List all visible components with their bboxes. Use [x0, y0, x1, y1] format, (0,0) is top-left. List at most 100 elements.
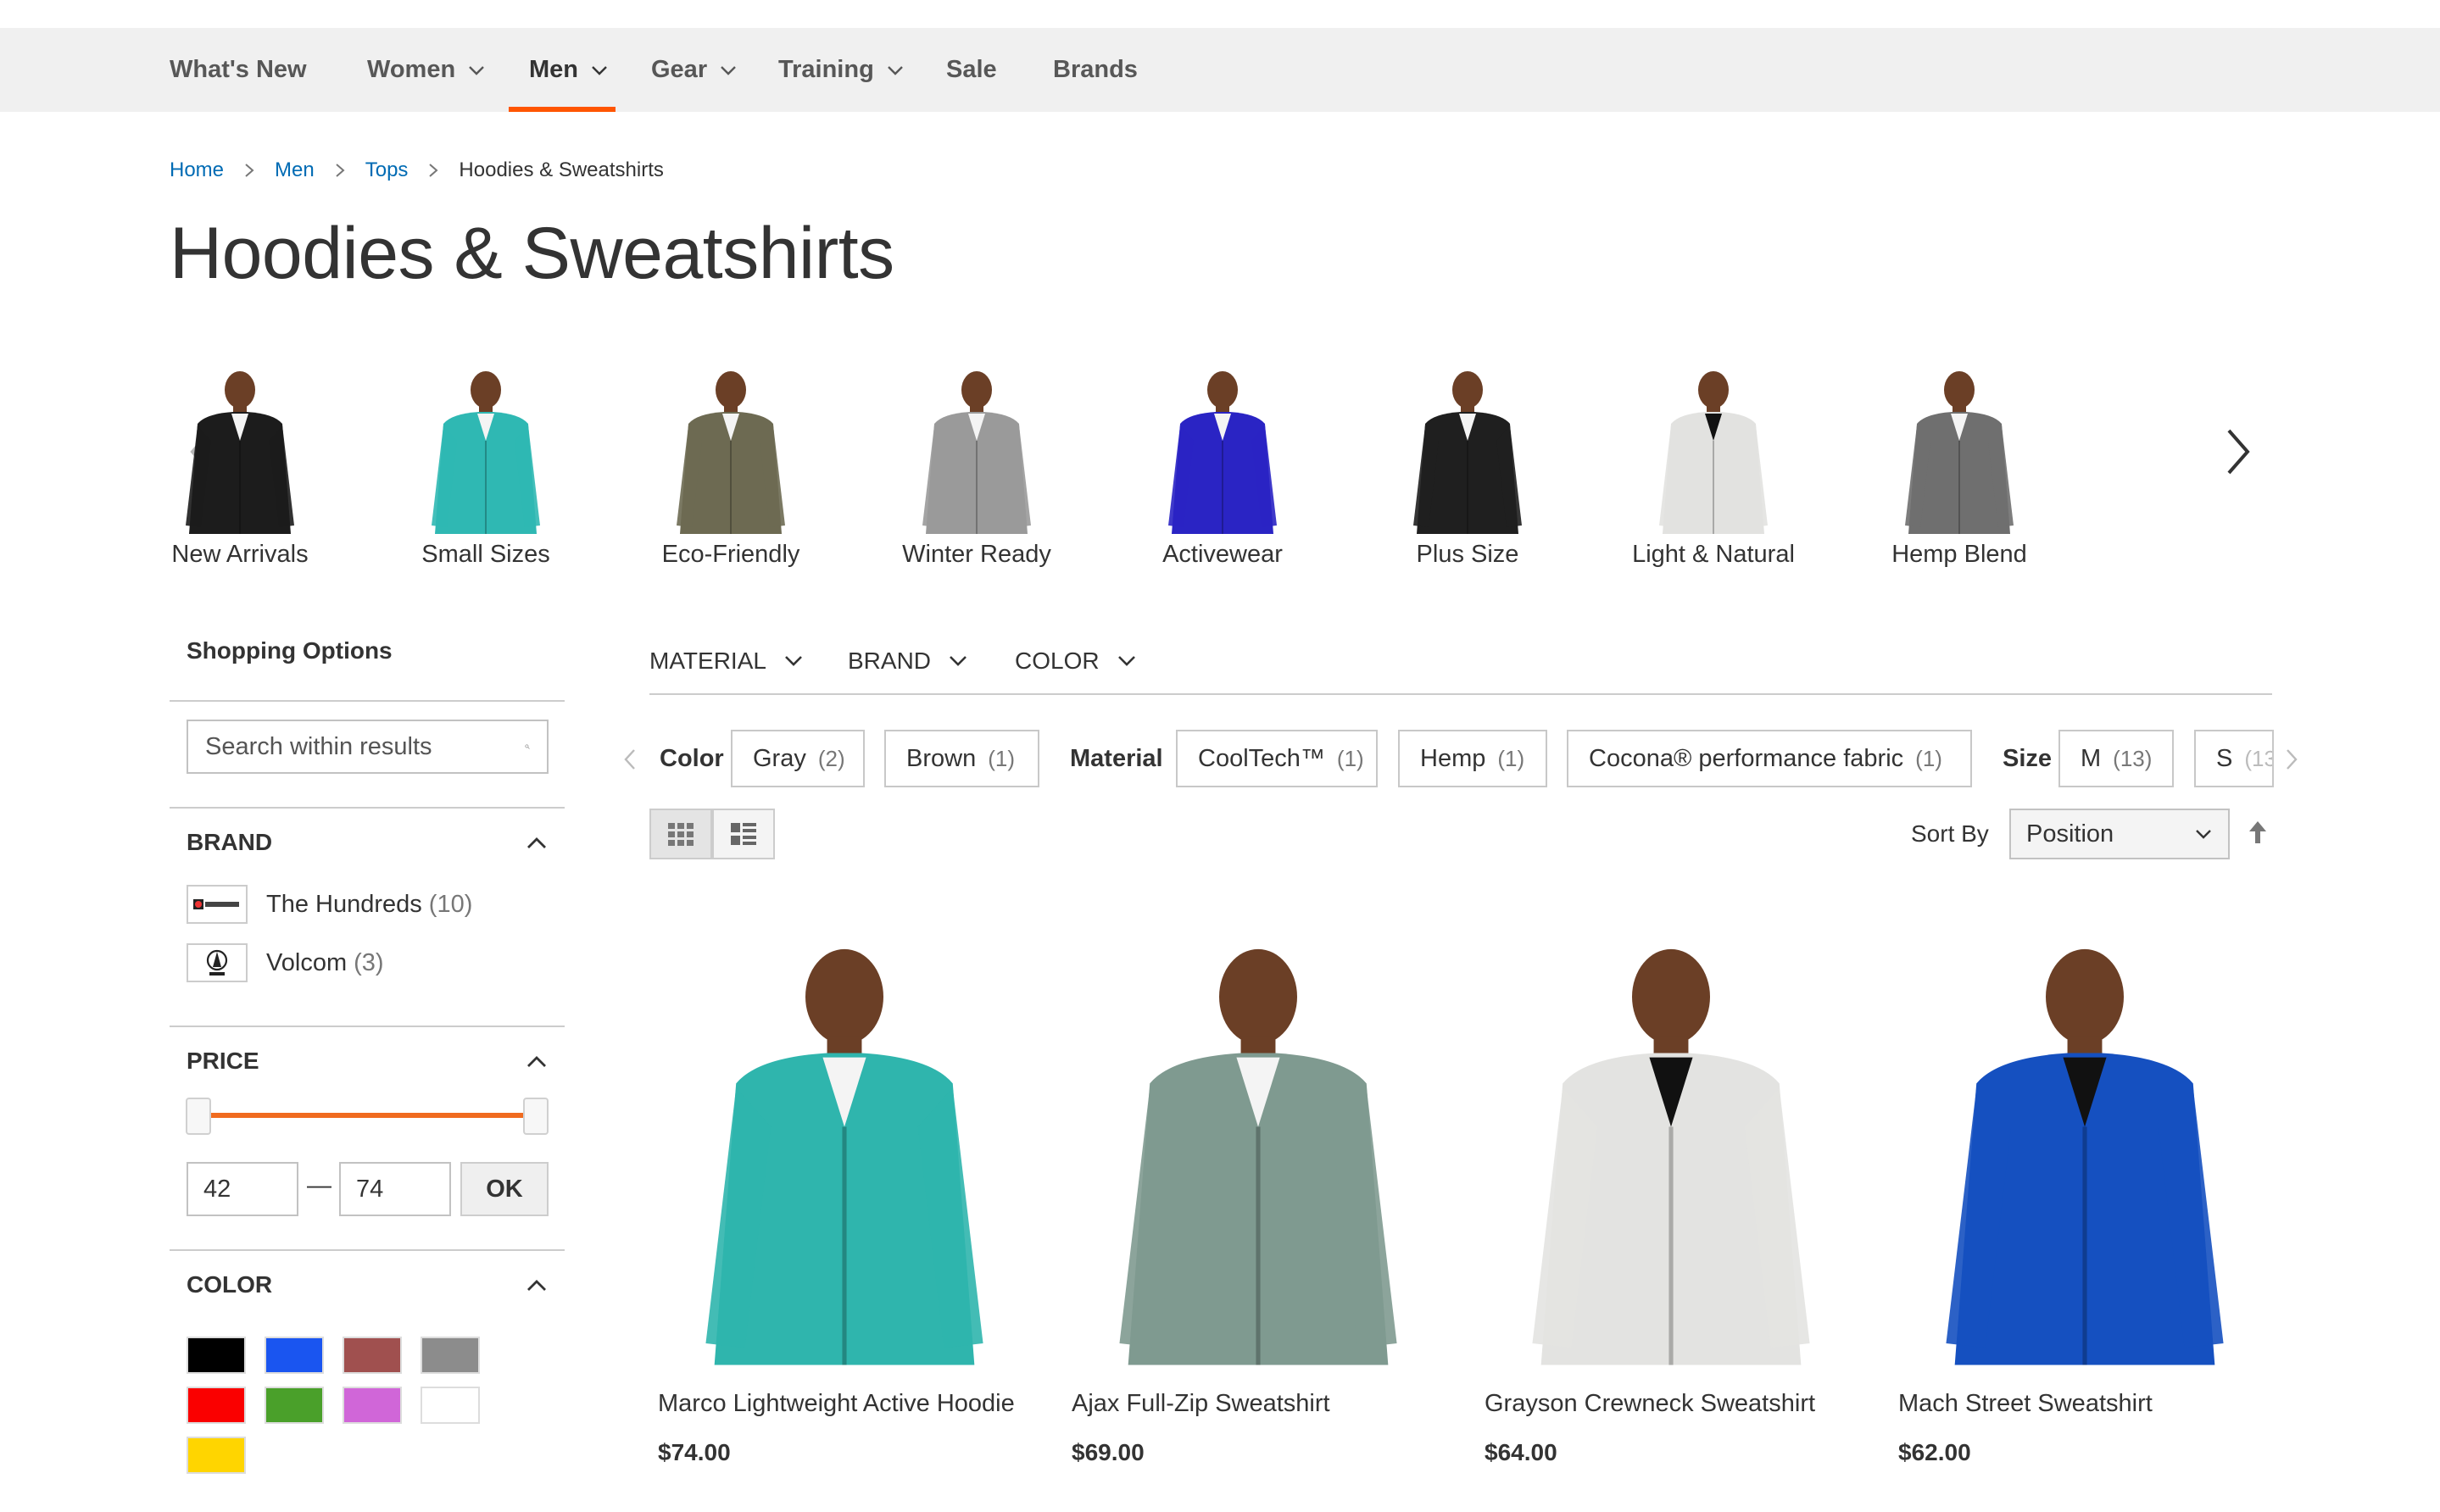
- category-item[interactable]: Eco-Friendly: [612, 364, 850, 576]
- category-item[interactable]: Winter Ready: [858, 364, 1095, 576]
- grid-icon: [668, 823, 694, 846]
- breadcrumb-tops[interactable]: Tops: [365, 158, 409, 182]
- nav-item-gear[interactable]: Gear: [651, 28, 738, 112]
- chip-material-cocona[interactable]: Cocona® performance fabric (1): [1567, 730, 1972, 787]
- chevron-down-icon: [2196, 830, 2211, 839]
- chip-color-gray[interactable]: Gray (2): [731, 730, 865, 787]
- price-max-input[interactable]: [339, 1162, 451, 1216]
- chevron-down-icon: [592, 65, 607, 75]
- color-swatch[interactable]: [265, 1337, 324, 1374]
- breadcrumb-men[interactable]: Men: [275, 158, 315, 182]
- sort-direction-button[interactable]: [2245, 815, 2270, 849]
- nav-label: Gear: [651, 56, 708, 83]
- nav-item-brands[interactable]: Brands: [1053, 28, 1138, 112]
- product-name-link[interactable]: Grayson Crewneck Sweatshirt: [1485, 1390, 1815, 1418]
- search-within-results[interactable]: [187, 720, 549, 774]
- chip-group-material-label: Material: [1070, 744, 1163, 772]
- filter-tab-color[interactable]: COLOR: [1015, 646, 1137, 676]
- chip-label: Hemp: [1420, 744, 1486, 772]
- chevron-up-icon: [527, 837, 546, 848]
- category-item[interactable]: Light & Natural: [1595, 364, 1832, 576]
- price-ok-button[interactable]: OK: [460, 1162, 549, 1216]
- grid-view-button[interactable]: [649, 809, 712, 859]
- chevron-up-icon: [527, 1280, 546, 1291]
- product-price: $62.00: [1898, 1439, 1971, 1465]
- product-image[interactable]: [1063, 924, 1453, 1373]
- category-label: Eco-Friendly: [661, 541, 800, 568]
- chip-count: (1): [1336, 745, 1364, 771]
- category-item[interactable]: Plus Size: [1349, 364, 1586, 576]
- brand-option-count: (3): [354, 948, 384, 976]
- color-swatch[interactable]: [421, 1337, 480, 1374]
- chip-label: Cocona® performance fabric: [1589, 744, 1904, 772]
- nav-item-women[interactable]: Women: [367, 28, 486, 112]
- search-icon[interactable]: [525, 733, 530, 760]
- price-min-input[interactable]: [187, 1162, 298, 1216]
- color-swatch[interactable]: [343, 1337, 402, 1374]
- color-swatch[interactable]: [187, 1437, 246, 1474]
- chips-scroll-right[interactable]: [2279, 742, 2304, 776]
- list-icon: [731, 823, 756, 845]
- chip-material-hemp[interactable]: Hemp (1): [1398, 730, 1547, 787]
- chevron-down-icon: [469, 65, 485, 75]
- product-name-link[interactable]: Mach Street Sweatshirt: [1898, 1390, 2153, 1418]
- chip-group-color-label: Color: [660, 744, 724, 772]
- nav-item-training[interactable]: Training: [778, 28, 905, 112]
- product-name-link[interactable]: Ajax Full-Zip Sweatshirt: [1072, 1390, 1330, 1418]
- list-view-button[interactable]: [712, 809, 775, 859]
- brand-option-volcom[interactable]: Volcom (3): [187, 943, 384, 982]
- chip-material-cooltech[interactable]: CoolTech™ (1): [1176, 730, 1378, 787]
- product-name-link[interactable]: Marco Lightweight Active Hoodie: [658, 1390, 1015, 1418]
- category-image: [1413, 371, 1522, 534]
- breadcrumb-current: Hoodies & Sweatshirts: [459, 158, 664, 181]
- chip-label: M: [2081, 744, 2102, 772]
- color-swatch[interactable]: [265, 1387, 324, 1424]
- carousel-next-button[interactable]: [2213, 422, 2264, 481]
- brand-option-the-hundreds[interactable]: The Hundreds (10): [187, 885, 472, 924]
- product-image[interactable]: [1890, 924, 2280, 1373]
- product-image[interactable]: [1476, 924, 1866, 1373]
- category-item[interactable]: Hemp Blend: [1841, 364, 2078, 576]
- category-item[interactable]: Activewear: [1104, 364, 1341, 576]
- product-price: $64.00: [1485, 1439, 1557, 1465]
- price-slider-track[interactable]: [198, 1113, 536, 1118]
- color-swatch[interactable]: [421, 1387, 480, 1424]
- category-image: [432, 371, 540, 534]
- nav-item-men[interactable]: Men: [529, 28, 609, 112]
- price-filter-header[interactable]: PRICE: [187, 1048, 548, 1075]
- price-filter-title: PRICE: [187, 1048, 259, 1074]
- chevron-down-icon: [1117, 656, 1135, 666]
- filter-tab-material[interactable]: MATERIAL: [649, 646, 804, 676]
- chips-scroll-left[interactable]: [617, 742, 643, 776]
- color-swatch[interactable]: [343, 1387, 402, 1424]
- category-image: [922, 371, 1031, 534]
- category-image: [1905, 371, 2014, 534]
- chip-color-brown[interactable]: Brown (1): [884, 730, 1039, 787]
- chip-size-m[interactable]: M (13): [2058, 730, 2174, 787]
- color-filter-title: COLOR: [187, 1271, 273, 1298]
- breadcrumb-home[interactable]: Home: [170, 158, 224, 182]
- category-item[interactable]: New Arrivals: [121, 364, 359, 576]
- color-swatch[interactable]: [187, 1387, 246, 1424]
- filter-tab-brand[interactable]: BRAND: [848, 646, 968, 676]
- sort-by-select[interactable]: Position: [2009, 809, 2230, 859]
- color-swatch[interactable]: [187, 1337, 246, 1374]
- color-filter-header[interactable]: COLOR: [187, 1271, 548, 1298]
- brand-option-label: Volcom: [266, 948, 348, 976]
- chevron-down-icon: [887, 65, 903, 75]
- chip-size-s[interactable]: S (13: [2194, 730, 2274, 787]
- page-title: Hoodies & Sweatshirts: [170, 213, 894, 294]
- nav-item-whats-new[interactable]: What's New: [170, 28, 307, 112]
- search-input[interactable]: [205, 732, 525, 761]
- sort-by-label: Sort By: [1911, 820, 1989, 847]
- price-slider-max-handle[interactable]: [523, 1098, 549, 1135]
- category-item[interactable]: Small Sizes: [367, 364, 604, 576]
- brand-filter-header[interactable]: BRAND: [187, 829, 548, 856]
- nav-label: What's New: [170, 56, 307, 83]
- price-slider-min-handle[interactable]: [186, 1098, 211, 1135]
- nav-item-sale[interactable]: Sale: [946, 28, 997, 112]
- category-label: Activewear: [1162, 541, 1283, 568]
- product-image[interactable]: [649, 924, 1039, 1373]
- nav-label: Training: [778, 56, 874, 83]
- product-card: Mach Street Sweatshirt $62.00: [1890, 924, 2280, 1483]
